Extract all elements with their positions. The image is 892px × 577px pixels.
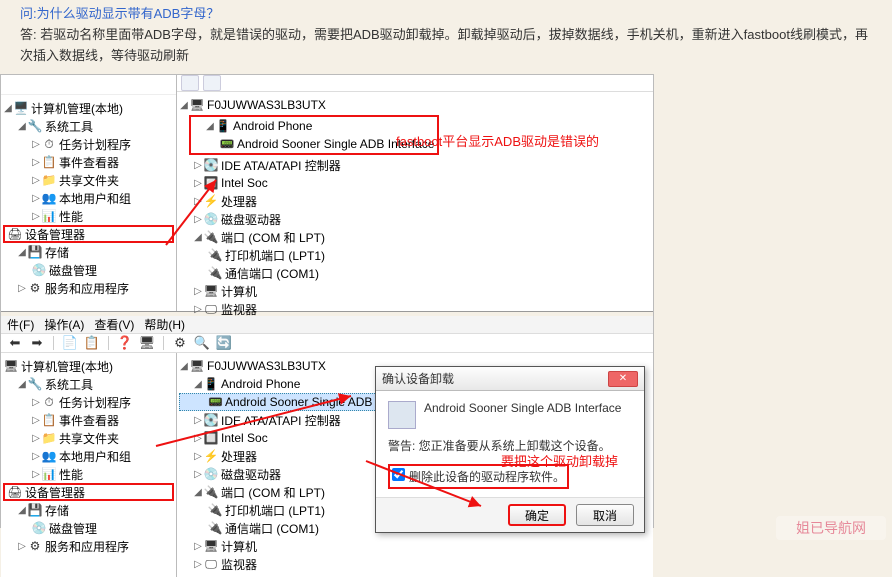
phone-icon: 📱: [215, 119, 231, 133]
toolbar-btn[interactable]: ⚙: [170, 334, 190, 352]
device-icon: 🖨: [7, 227, 23, 241]
tree-root[interactable]: ◢🖥️计算机管理(本地): [3, 99, 174, 117]
computer-icon: 🖥: [203, 284, 219, 298]
device-icon: 📟: [219, 137, 235, 151]
device-lpt1[interactable]: 🔌打印机端口 (LPT1): [179, 246, 651, 264]
ok-button[interactable]: 确定: [508, 504, 566, 526]
menu-view[interactable]: 查看(V): [94, 316, 134, 333]
computer-icon: 🖥️: [13, 101, 29, 115]
annotation-1: fastboot平台显示ADB驱动是错误的: [396, 131, 599, 150]
answer-text: 答: 若驱动名称里面带ADB字母，就是错误的驱动，需要把ADB驱动卸载掉。卸载掉…: [20, 25, 872, 67]
folder-icon: 📁: [41, 173, 57, 187]
tree-scheduler[interactable]: ▷⏱任务计划程序: [3, 135, 174, 153]
device-computer[interactable]: ▷🖥计算机: [179, 537, 651, 555]
tree-sharedfolders[interactable]: ▷📁共享文件夹: [3, 429, 174, 447]
tree-devicemgr[interactable]: 🖨设备管理器: [3, 225, 174, 243]
toolbar-btn[interactable]: 📋: [82, 334, 102, 352]
toolbar: [177, 75, 653, 92]
device-com1[interactable]: 🔌通信端口 (COM1): [179, 264, 651, 282]
right-device-pane: ◢🖥F0JUWWAS3LB3UTX ◢📱Android Phone 📟Andro…: [177, 75, 653, 311]
dialog-device: Android Sooner Single ADB Interface: [424, 401, 621, 415]
toolbar-btn[interactable]: 🔄: [214, 334, 234, 352]
uninstall-dialog: 确认设备卸载 ✕ Android Sooner Single ADB Inter…: [375, 366, 645, 533]
menu-help[interactable]: 帮助(H): [144, 316, 185, 333]
cpu-icon: ⚡: [203, 194, 219, 208]
scheduler-icon: ⏱: [41, 137, 57, 151]
tree-storage[interactable]: ◢💾存储: [3, 243, 174, 261]
screenshot-1: ◢🖥️计算机管理(本地) ◢🔧系统工具 ▷⏱任务计划程序 ▷📋事件查看器 ▷📁共…: [1, 75, 653, 312]
tree-storage[interactable]: ◢💾存储: [3, 501, 174, 519]
dialog-title: 确认设备卸载: [382, 370, 454, 387]
port-icon: 🔌: [203, 230, 219, 244]
toolbar-btn[interactable]: ❓: [115, 334, 135, 352]
device-cpu[interactable]: ▷⚡处理器: [179, 192, 651, 210]
toolbar-btn[interactable]: 🔍: [192, 334, 212, 352]
device-ideata[interactable]: ▷💽IDE ATA/ATAPI 控制器: [179, 156, 651, 174]
tree-scheduler[interactable]: ▷⏱任务计划程序: [3, 393, 174, 411]
question-text: 问:为什么驱动显示带有ADB字母？: [20, 4, 872, 25]
event-icon: 📋: [41, 155, 57, 169]
left-tree-pane: ◢🖥️计算机管理(本地) ◢🔧系统工具 ▷⏱任务计划程序 ▷📋事件查看器 ▷📁共…: [1, 75, 177, 311]
port-icon: 🔌: [207, 266, 223, 280]
tree-perf[interactable]: ▷📊性能: [3, 465, 174, 483]
computer-icon: 🖥: [3, 359, 19, 373]
device-intelsoc[interactable]: ▷🔲Intel Soc: [179, 174, 651, 192]
tree-services[interactable]: ▷⚙服务和应用程序: [3, 279, 174, 297]
storage-icon: 💾: [27, 245, 43, 259]
computer-icon: 🖥: [189, 98, 205, 112]
port-icon: 🔌: [207, 248, 223, 262]
menu-file[interactable]: 件(F): [7, 316, 34, 333]
toolbar-btn[interactable]: 🖥: [137, 334, 157, 352]
tree-systools[interactable]: ◢🔧系统工具: [3, 375, 174, 393]
device-computer[interactable]: ▷🖥计算机: [179, 282, 651, 300]
toolbar-back[interactable]: ⬅: [5, 334, 25, 352]
tree-diskmgr[interactable]: 💿磁盘管理: [3, 261, 174, 279]
tree-eventviewer[interactable]: ▷📋事件查看器: [3, 411, 174, 429]
services-icon: ⚙: [27, 281, 43, 295]
tree-localusers[interactable]: ▷👥本地用户和组: [3, 189, 174, 207]
users-icon: 👥: [41, 191, 57, 205]
disk-icon: 💿: [31, 263, 47, 277]
device-host[interactable]: ◢🖥F0JUWWAS3LB3UTX: [179, 96, 651, 114]
tools-icon: 🔧: [27, 119, 43, 133]
cancel-button[interactable]: 取消: [576, 504, 634, 526]
toolbar-fwd[interactable]: ➡: [27, 334, 47, 352]
screenshot-2: 件(F) 操作(A) 查看(V) 帮助(H) ⬅ ➡ 📄 📋 ❓ 🖥 ⚙ 🔍 🔄…: [1, 316, 653, 527]
device-monitor[interactable]: ▷🖵监视器: [179, 555, 651, 573]
tree-eventviewer[interactable]: ▷📋事件查看器: [3, 153, 174, 171]
dialog-close[interactable]: ✕: [608, 371, 638, 387]
device-diskdrives[interactable]: ▷💿磁盘驱动器: [179, 210, 651, 228]
tree-devicemgr[interactable]: 🖨设备管理器: [3, 483, 174, 501]
tree-services[interactable]: ▷⚙服务和应用程序: [3, 537, 174, 555]
toolbar-btn[interactable]: [203, 75, 221, 91]
tree-diskmgr[interactable]: 💿磁盘管理: [3, 519, 174, 537]
menubar: 件(F) 操作(A) 查看(V) 帮助(H): [1, 316, 653, 334]
delete-driver-checkbox[interactable]: [392, 468, 405, 481]
tree-root[interactable]: 🖥计算机管理(本地): [3, 357, 174, 375]
chip-icon: 🔲: [203, 176, 219, 190]
tree-localusers[interactable]: ▷👥本地用户和组: [3, 447, 174, 465]
disk-icon: 💿: [203, 212, 219, 226]
device-ports[interactable]: ◢🔌端口 (COM 和 LPT): [179, 228, 651, 246]
tree-perf[interactable]: ▷📊性能: [3, 207, 174, 225]
monitor-icon: 🖵: [203, 302, 219, 316]
watermark: 姐已导航网: [776, 516, 886, 540]
menu-action[interactable]: 操作(A): [44, 316, 84, 333]
toolbar: ⬅ ➡ 📄 📋 ❓ 🖥 ⚙ 🔍 🔄: [1, 334, 653, 353]
toolbar-btn[interactable]: [181, 75, 199, 91]
device-icon: [388, 401, 416, 429]
tree-systools[interactable]: ◢🔧系统工具: [3, 117, 174, 135]
toolbar-btn[interactable]: 📄: [60, 334, 80, 352]
ide-icon: 💽: [203, 158, 219, 172]
tree-sharedfolders[interactable]: ▷📁共享文件夹: [3, 171, 174, 189]
annotation-2: 要把这个驱动卸载掉: [501, 451, 618, 470]
perf-icon: 📊: [41, 209, 57, 223]
dialog-checkbox-row[interactable]: 删除此设备的驱动程序软件。: [392, 470, 565, 484]
